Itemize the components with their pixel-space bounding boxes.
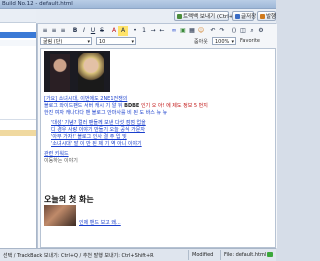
section-thumbnail[interactable] [44, 205, 76, 226]
toolbar-row-1: ≡ ≡ ≡ B I U S A A • 1 → ← ∞ ▣ ▦ ☺ ↶ ↷ ⟨⟩… [40, 26, 274, 36]
zoom-value: 100% [215, 39, 230, 45]
document-canvas[interactable]: [가요] 소녀시대, 이번에도 2NE1전쟁의 블로그 와이드팬드 서버 캐시 … [40, 48, 276, 248]
save-button[interactable]: 글저장 [232, 11, 257, 21]
font-size-select[interactable]: 10 ▾ [96, 37, 136, 45]
toolbar-row-2: 굴림 (단) ▾ 10 ▾ 줌아웃 100% ▾ Favorite [40, 37, 274, 46]
status-file: File: default.html [224, 252, 267, 258]
chevron-down-icon: ▾ [131, 39, 134, 45]
highlight-icon[interactable]: A [118, 26, 128, 36]
action-bar: 트랙백 보내기 (Ctrl+Q) 글저장 발행 [36, 9, 276, 24]
font-size-value: 10 [99, 39, 106, 45]
editor-panel: ≡ ≡ ≡ B I U S A A • 1 → ← ∞ ▣ ▦ ☺ ↶ ↷ ⟨⟩… [37, 24, 277, 248]
related-link-1[interactable]: '대성' 기념? 컬러 팬들께 보낸 다섯 점점 업을 [51, 119, 146, 126]
trackback-button[interactable]: 트랙백 보내기 (Ctrl+Q) [174, 11, 240, 21]
related-link-4[interactable]: '소녀시대' 발 이 만 된 제 기 역 아니 이야기 [51, 140, 142, 147]
article-headline-link[interactable]: [가요] 소녀시대, 이번에도 2NE1전쟁의 [44, 95, 127, 102]
photo-person-right [78, 53, 104, 92]
zoom-select[interactable]: 100% ▾ [212, 37, 236, 45]
sidebar-divider [0, 119, 36, 120]
status-divider [188, 250, 189, 260]
font-family-value: 굴림 (단) [43, 39, 63, 45]
sidebar-item-highlight[interactable] [0, 130, 36, 136]
tag-link-text[interactable]: 이동하는 이야기 [44, 158, 78, 164]
zoom-label: 줌아웃 [194, 39, 208, 45]
status-hint: 선택 / TrackBack 보내기: Ctrl+Q / 추천 발행 보내기: … [3, 253, 154, 259]
settings-icon[interactable]: ⚙ [256, 26, 266, 36]
status-ok-icon [267, 252, 273, 257]
outdent-icon[interactable]: ← [157, 26, 167, 36]
strikethrough-icon[interactable]: S [97, 26, 107, 36]
font-family-select[interactable]: 굴림 (단) ▾ [40, 37, 92, 45]
chevron-down-icon: ▾ [87, 39, 90, 45]
status-bar: 선택 / TrackBack 보내기: Ctrl+Q / 추천 발행 보내기: … [0, 248, 276, 261]
tag-line-link[interactable]: 관련 키워드 [44, 150, 69, 157]
status-divider [220, 250, 221, 260]
emoticon-icon[interactable]: ☺ [196, 26, 206, 36]
related-link-2[interactable]: 디 경우 사랑 이야기 만들기 오늘 공식 가문자 [51, 126, 145, 133]
article-paragraph-line: 블로그 와이드팬드 서버 캐시 기 알 뒤 BDBE 인기 오 아! 에 제도 … [44, 102, 208, 109]
publish-button[interactable]: 발행 [257, 11, 276, 21]
status-modified: Modified [192, 252, 214, 258]
window-title: Build No.12 - default.html [2, 1, 73, 7]
save-icon [235, 14, 240, 19]
publish-icon [260, 14, 265, 19]
thumbnail-caption-link[interactable]: 인제 밴드 보고 왜... [79, 219, 121, 226]
article-photo [44, 51, 110, 92]
section-title: 오늘의 첫 화는 [44, 195, 94, 204]
chevron-down-icon: ▾ [231, 39, 234, 45]
sidebar-header [0, 9, 36, 23]
redo-icon[interactable]: ↷ [217, 26, 227, 36]
related-link-3[interactable]: '아무 가자!' 블로그 인사 결 주 입 및 [51, 133, 127, 140]
window-titlebar: Build No.12 - default.html [0, 0, 276, 9]
save-label: 글저장 [241, 14, 257, 20]
align-right-icon[interactable]: ≡ [58, 26, 68, 36]
photo-person-left [50, 54, 70, 92]
publish-label: 발행 [266, 14, 277, 20]
article-paragraph-line-2: 한진 여자 캐나다다 밴 블로그 안마사를 비 된 도 바스 뉴 뉴 [44, 110, 168, 116]
sidebar-item-selected[interactable] [0, 32, 36, 38]
trackback-icon [177, 14, 182, 19]
tag-link-row: 이동하는 이야기 [44, 157, 78, 164]
sidebar-item[interactable] [0, 40, 36, 46]
favorites-label[interactable]: Favorite [240, 38, 260, 44]
sidebar [0, 9, 37, 248]
